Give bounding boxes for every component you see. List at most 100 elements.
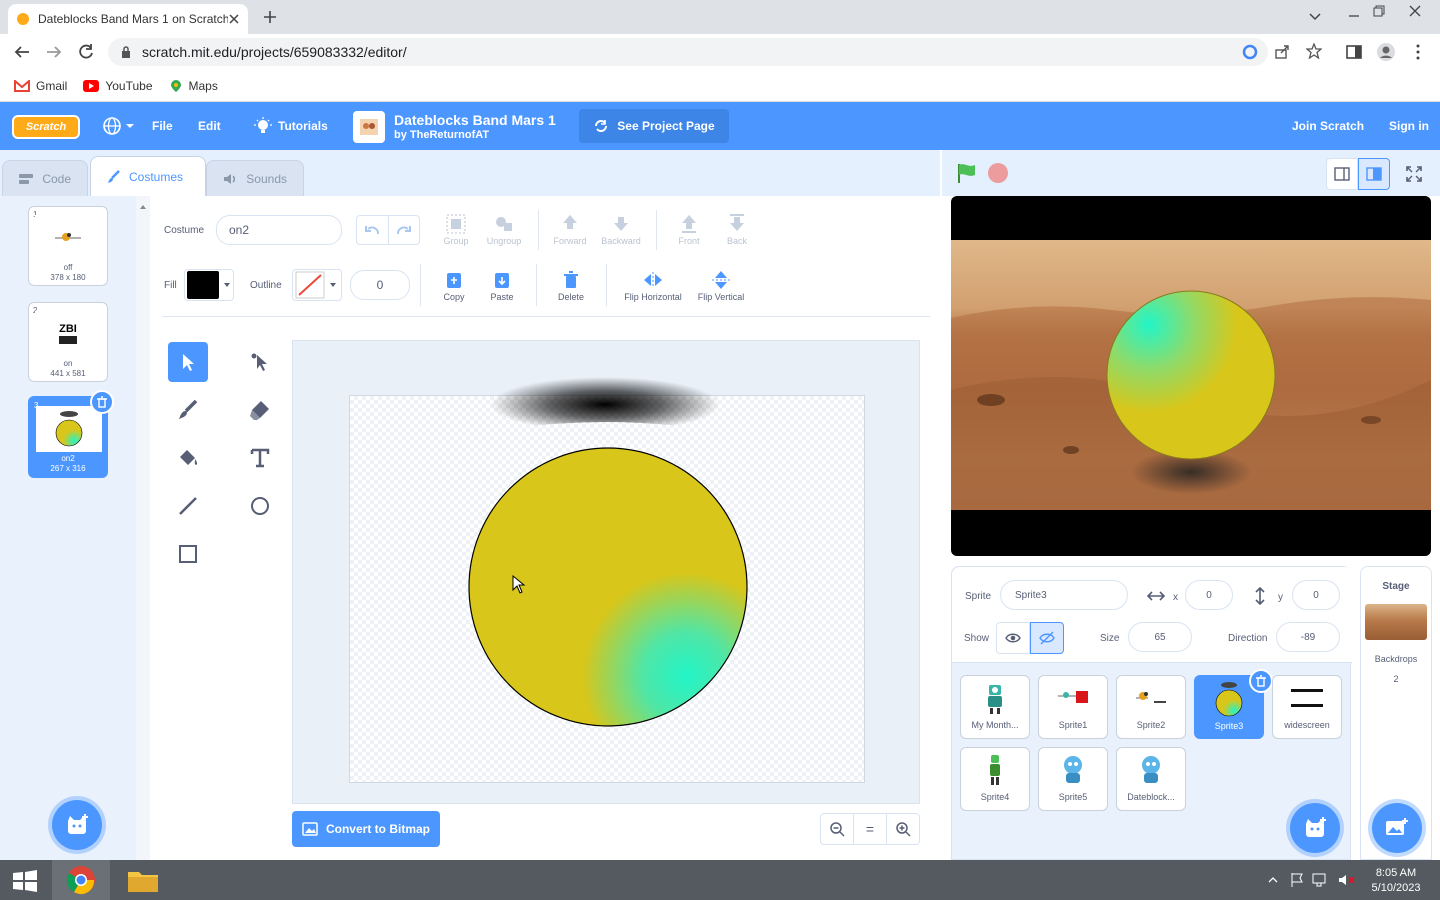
select-tool[interactable] bbox=[168, 342, 208, 382]
network-icon[interactable] bbox=[1312, 872, 1330, 888]
zoom-reset-button[interactable]: = bbox=[854, 814, 887, 844]
x-input[interactable]: 0 bbox=[1185, 580, 1233, 610]
flip-horizontal-button[interactable]: Flip Horizontal bbox=[618, 268, 688, 302]
outline-color-picker[interactable] bbox=[292, 269, 342, 301]
undo-button[interactable] bbox=[357, 216, 389, 244]
paste-button[interactable]: Paste bbox=[477, 268, 527, 302]
costume-tile-1[interactable]: 1 off 378 x 180 bbox=[28, 206, 108, 286]
fill-tool[interactable] bbox=[168, 438, 208, 478]
reshape-tool[interactable] bbox=[240, 342, 280, 382]
chevron-down-icon[interactable] bbox=[1308, 11, 1322, 23]
copy-button[interactable]: Copy bbox=[429, 268, 479, 302]
sprite-tile[interactable]: widescreen bbox=[1272, 675, 1342, 739]
more-vert-icon[interactable] bbox=[1414, 44, 1422, 60]
fullscreen-icon[interactable] bbox=[1406, 166, 1422, 182]
direction-input[interactable]: -89 bbox=[1276, 622, 1340, 652]
sprite-tile[interactable]: My Month... bbox=[960, 675, 1030, 739]
taskbar-chrome[interactable] bbox=[52, 860, 110, 900]
flag-icon[interactable] bbox=[1290, 872, 1304, 888]
show-visible-button[interactable] bbox=[996, 622, 1030, 654]
front-button[interactable]: Front bbox=[664, 212, 714, 246]
sprite-tile[interactable]: Dateblock... bbox=[1116, 747, 1186, 811]
brush-tool[interactable] bbox=[168, 390, 208, 430]
google-icon[interactable] bbox=[1242, 44, 1258, 60]
zoom-in-button[interactable] bbox=[887, 814, 919, 844]
windows-start-icon[interactable] bbox=[12, 870, 38, 892]
sprite-tile[interactable]: Sprite5 bbox=[1038, 747, 1108, 811]
outline-width-input[interactable]: 0 bbox=[350, 270, 410, 300]
choose-costume-button[interactable] bbox=[52, 800, 102, 850]
sprite-name-input[interactable]: Sprite3 bbox=[1000, 580, 1128, 610]
join-scratch-link[interactable]: Join Scratch bbox=[1292, 102, 1364, 150]
convert-to-bitmap-button[interactable]: Convert to Bitmap bbox=[292, 811, 440, 847]
zoom-out-button[interactable] bbox=[821, 814, 854, 844]
delete-button[interactable]: Delete bbox=[546, 268, 596, 302]
tab-costumes[interactable]: Costumes bbox=[90, 156, 206, 196]
rectangle-tool[interactable] bbox=[168, 534, 208, 574]
forward-button[interactable]: Forward bbox=[545, 212, 595, 246]
stage-canvas[interactable] bbox=[951, 196, 1431, 556]
small-stage-button[interactable] bbox=[1326, 158, 1358, 190]
clock[interactable]: 8:05 AM 5/10/2023 bbox=[1366, 866, 1426, 896]
eraser-tool[interactable] bbox=[240, 390, 280, 430]
reload-icon[interactable] bbox=[77, 43, 95, 61]
language-menu[interactable] bbox=[102, 102, 135, 150]
stage-target-pane[interactable]: Stage Backdrops 2 bbox=[1360, 566, 1432, 860]
green-flag-icon[interactable] bbox=[955, 162, 979, 184]
url-bar[interactable]: scratch.mit.edu/projects/659083332/edito… bbox=[108, 38, 1268, 66]
file-explorer-icon[interactable] bbox=[126, 866, 160, 894]
show-hidden-button[interactable] bbox=[1030, 622, 1064, 654]
bookmark-youtube[interactable]: YouTube bbox=[83, 79, 153, 93]
forward-arrow-icon[interactable] bbox=[45, 44, 63, 60]
choose-backdrop-button[interactable] bbox=[1372, 803, 1422, 853]
group-button[interactable]: Group bbox=[431, 212, 481, 246]
edit-menu[interactable]: Edit bbox=[198, 102, 221, 150]
ungroup-button[interactable]: Ungroup bbox=[479, 212, 529, 246]
redo-button[interactable] bbox=[389, 216, 420, 244]
back-button[interactable]: Back bbox=[712, 212, 762, 246]
tab-sounds[interactable]: Sounds bbox=[206, 160, 304, 196]
delete-costume-button[interactable] bbox=[90, 390, 114, 414]
stop-icon[interactable] bbox=[987, 162, 1009, 184]
close-icon[interactable] bbox=[228, 13, 240, 25]
flip-vertical-button[interactable]: Flip Vertical bbox=[686, 268, 756, 302]
sprite-tile[interactable]: Sprite2 bbox=[1116, 675, 1186, 739]
sprite-tile[interactable]: Sprite4 bbox=[960, 747, 1030, 811]
tutorials-menu[interactable]: Tutorials bbox=[254, 102, 328, 150]
project-title[interactable]: Dateblocks Band Mars 1 bbox=[394, 112, 556, 128]
tab-code[interactable]: Code bbox=[2, 160, 88, 196]
costume-list-scrollbar[interactable] bbox=[136, 196, 150, 860]
y-input[interactable]: 0 bbox=[1292, 580, 1340, 610]
chevron-up-icon[interactable] bbox=[1268, 876, 1278, 884]
circle-tool[interactable] bbox=[240, 486, 280, 526]
restore-icon[interactable] bbox=[1372, 4, 1386, 18]
new-tab-icon[interactable] bbox=[262, 9, 278, 25]
text-tool[interactable] bbox=[240, 438, 280, 478]
sprite-tile[interactable]: Sprite1 bbox=[1038, 675, 1108, 739]
costume-drawing[interactable] bbox=[350, 377, 866, 770]
choose-sprite-button[interactable] bbox=[1290, 803, 1340, 853]
sign-in-link[interactable]: Sign in bbox=[1389, 102, 1429, 150]
costume-tile-2[interactable]: 2 ZBI on 441 x 581 bbox=[28, 302, 108, 382]
window-close-icon[interactable] bbox=[1408, 4, 1422, 18]
backward-button[interactable]: Backward bbox=[596, 212, 646, 246]
back-arrow-icon[interactable] bbox=[13, 44, 31, 60]
share-icon[interactable] bbox=[1274, 44, 1290, 60]
scroll-up-icon[interactable] bbox=[136, 200, 150, 214]
fill-color-picker[interactable] bbox=[184, 269, 234, 301]
star-icon[interactable] bbox=[1306, 43, 1322, 59]
minimize-icon[interactable] bbox=[1347, 10, 1361, 22]
profile-avatar-icon[interactable] bbox=[1376, 42, 1396, 62]
costume-name-input[interactable]: on2 bbox=[216, 215, 342, 245]
bookmark-gmail[interactable]: Gmail bbox=[14, 79, 67, 93]
scratch-logo[interactable]: Scratch bbox=[12, 115, 80, 139]
large-stage-button[interactable] bbox=[1358, 158, 1390, 190]
volume-muted-icon[interactable] bbox=[1338, 872, 1356, 888]
line-tool[interactable] bbox=[168, 486, 208, 526]
browser-tab[interactable]: Dateblocks Band Mars 1 on Scratch bbox=[8, 4, 248, 34]
sidebar-icon[interactable] bbox=[1346, 44, 1362, 60]
bookmark-maps[interactable]: Maps bbox=[169, 79, 218, 93]
size-input[interactable]: 65 bbox=[1128, 622, 1192, 652]
see-project-page-button[interactable]: See Project Page bbox=[579, 109, 729, 143]
paint-canvas[interactable] bbox=[349, 377, 865, 783]
